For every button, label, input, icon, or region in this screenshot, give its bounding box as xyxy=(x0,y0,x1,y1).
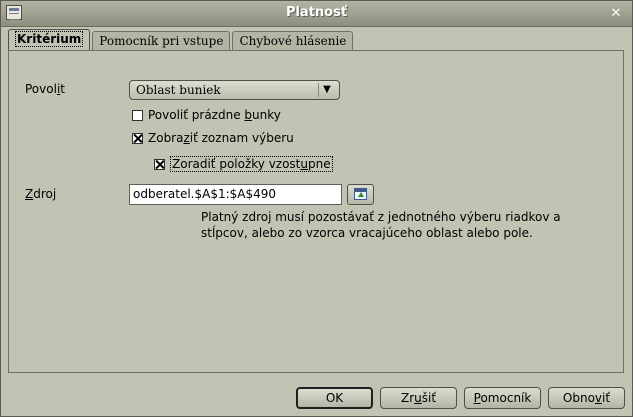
close-icon[interactable]: ✕ xyxy=(608,7,624,21)
show-list-label: Zobraziť zoznam výberu xyxy=(148,131,294,145)
source-input[interactable]: odberatel.$A$1:$A$490 xyxy=(129,184,342,205)
sort-ascending-label: Zoradiť položky vzostupne xyxy=(170,156,333,172)
allow-blank-option[interactable]: Povoliť prázdne bunky xyxy=(132,108,281,122)
tab-error-alert[interactable]: Chybové hlásenie xyxy=(232,31,354,50)
allow-dropdown[interactable]: Oblast buniek ▼ xyxy=(129,80,340,100)
allow-blank-label: Povoliť prázdne bunky xyxy=(148,108,281,122)
title-bar: Platnosť ✕ xyxy=(1,1,632,27)
help-button[interactable]: Pomocník xyxy=(464,387,541,409)
dropdown-arrow-icon[interactable]: ▼ xyxy=(318,83,335,97)
shrink-dialog-icon xyxy=(354,188,367,200)
allow-label: Povolit xyxy=(25,82,65,96)
window-title: Platnosť xyxy=(285,5,348,20)
sort-ascending-checkbox[interactable] xyxy=(154,158,165,170)
allow-blank-checkbox[interactable] xyxy=(132,109,143,121)
source-label: Zdroj xyxy=(25,187,57,201)
tab-criteria[interactable]: Kritérium xyxy=(8,29,91,50)
shrink-button[interactable] xyxy=(347,184,374,205)
ok-button[interactable]: OK xyxy=(296,387,373,409)
allow-dropdown-value: Oblast buniek xyxy=(136,83,221,97)
reset-button[interactable]: Obnoviť xyxy=(548,387,625,409)
show-list-option[interactable]: Zobraziť zoznam výberu xyxy=(132,131,294,145)
sort-ascending-option[interactable]: Zoradiť položky vzostupne xyxy=(154,156,333,172)
tab-input-help[interactable]: Pomocník pri vstupe xyxy=(92,31,231,50)
cancel-button[interactable]: Zrušiť xyxy=(380,387,457,409)
show-list-checkbox[interactable] xyxy=(132,132,143,144)
tab-criteria-label: Kritérium xyxy=(15,31,84,47)
tab-bar: Kritérium Pomocník pri vstupe Chybové hl… xyxy=(8,29,355,51)
source-hint: Platný zdroj musí pozostávať z jednotnéh… xyxy=(201,210,561,240)
dialog-window: Platnosť ✕ Kritérium Pomocník pri vstupe… xyxy=(0,0,633,417)
